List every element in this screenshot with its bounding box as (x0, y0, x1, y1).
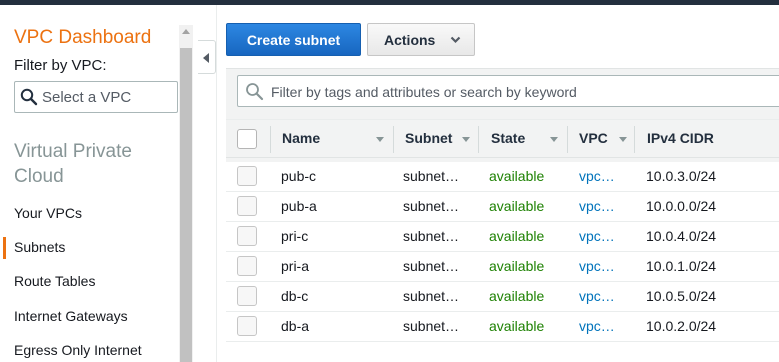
cell-subnet-id: subnet… (403, 198, 460, 214)
vpc-select-placeholder: Select a VPC (42, 89, 132, 106)
cell-subnet-id: subnet… (403, 258, 460, 274)
cell-vpc-link[interactable]: vpc… (579, 198, 615, 214)
table-body: pub-c subnet… available vpc… 10.0.3.0/24… (226, 162, 779, 362)
cell-vpc-link[interactable]: vpc… (579, 168, 615, 184)
filter-search-placeholder: Filter by tags and attributes or search … (271, 84, 577, 100)
column-divider (567, 126, 568, 153)
cell-state: available (489, 168, 545, 184)
cell-ipv4-cidr: 10.0.0.0/24 (646, 198, 717, 214)
filter-search-input[interactable]: Filter by tags and attributes or search … (237, 75, 779, 107)
actions-dropdown-button[interactable]: Actions (367, 23, 475, 56)
sidebar: VPC Dashboard Filter by VPC: Select a VP… (0, 5, 193, 362)
actions-label: Actions (384, 31, 436, 48)
sidebar-item-internet-gateways[interactable]: Internet Gateways (14, 308, 128, 324)
section-heading-virtual-private-cloud: Virtual Private Cloud (14, 141, 132, 187)
vpc-select[interactable]: Select a VPC (14, 81, 178, 113)
cell-subnet-id: subnet… (403, 288, 460, 304)
row-checkbox[interactable] (237, 166, 257, 186)
table-row[interactable]: pri-c subnet… available vpc… 10.0.4.0/24 (226, 222, 779, 252)
search-icon (20, 88, 38, 106)
column-header-state[interactable]: State (491, 130, 525, 146)
table-row[interactable]: pub-a subnet… available vpc… 10.0.0.0/24 (226, 192, 779, 222)
sort-subnet-icon[interactable] (462, 137, 470, 142)
table-row[interactable]: db-a subnet… available vpc… 10.0.2.0/24 (226, 312, 779, 342)
cell-vpc-link[interactable]: vpc… (579, 228, 615, 244)
cell-state: available (489, 228, 545, 244)
cell-ipv4-cidr: 10.0.1.0/24 (646, 258, 717, 274)
create-subnet-button[interactable]: Create subnet (226, 23, 361, 56)
cell-name: db-c (281, 288, 309, 304)
cell-state: available (489, 198, 545, 214)
cell-name: pub-a (281, 198, 317, 214)
cell-state: available (489, 318, 545, 334)
column-header-subnet-id[interactable]: Subnet (405, 130, 452, 146)
cell-vpc-link[interactable]: vpc… (579, 318, 615, 334)
column-divider (478, 126, 479, 153)
sidebar-item-your-vpcs[interactable]: Your VPCs (14, 205, 82, 221)
table-row[interactable]: pri-a subnet… available vpc… 10.0.1.0/24 (226, 252, 779, 282)
cell-subnet-id: subnet… (403, 228, 460, 244)
cell-subnet-id: subnet… (403, 168, 460, 184)
sidebar-item-route-tables[interactable]: Route Tables (14, 273, 95, 289)
row-checkbox[interactable] (237, 316, 257, 336)
cell-vpc-link[interactable]: vpc… (579, 288, 615, 304)
scroll-up-icon[interactable] (182, 29, 190, 34)
cell-subnet-id: subnet… (403, 318, 460, 334)
sort-vpc-icon[interactable] (619, 137, 627, 142)
column-header-name[interactable]: Name (282, 130, 320, 146)
cell-state: available (489, 258, 545, 274)
sidebar-divider (216, 5, 217, 362)
cell-ipv4-cidr: 10.0.5.0/24 (646, 288, 717, 304)
active-item-indicator (3, 237, 6, 259)
cell-name: pri-a (281, 258, 310, 274)
table-header: Name Subnet State VPC IPv4 CIDR (226, 119, 779, 158)
sidebar-item-subnets[interactable]: Subnets (14, 239, 65, 255)
cell-name: pub-c (281, 168, 317, 184)
sort-state-icon[interactable] (550, 137, 558, 142)
column-divider (634, 126, 635, 153)
cell-ipv4-cidr: 10.0.4.0/24 (646, 228, 717, 244)
row-checkbox[interactable] (237, 226, 257, 246)
chevron-left-icon (203, 53, 209, 63)
cell-name: db-a (281, 318, 310, 334)
search-icon (246, 83, 264, 101)
sidebar-scrollbar[interactable] (179, 25, 193, 362)
scrollbar-thumb[interactable] (180, 48, 192, 362)
chevron-down-icon (450, 36, 461, 44)
column-header-vpc[interactable]: VPC (579, 130, 608, 146)
column-header-ipv4-cidr[interactable]: IPv4 CIDR (647, 130, 714, 146)
sort-name-icon[interactable] (376, 137, 384, 142)
filter-by-vpc-label: Filter by VPC: (14, 57, 107, 74)
row-checkbox[interactable] (237, 196, 257, 216)
collapse-sidebar-button[interactable] (198, 40, 216, 74)
sidebar-item-egress-only-internet[interactable]: Egress Only Internet (14, 342, 142, 358)
sidebar-title[interactable]: VPC Dashboard (14, 27, 151, 49)
row-checkbox[interactable] (237, 286, 257, 306)
cell-ipv4-cidr: 10.0.2.0/24 (646, 318, 717, 334)
column-divider (270, 126, 271, 153)
cell-vpc-link[interactable]: vpc… (579, 258, 615, 274)
select-all-checkbox[interactable] (237, 129, 257, 149)
column-divider (393, 126, 394, 153)
cell-ipv4-cidr: 10.0.3.0/24 (646, 168, 717, 184)
table-row[interactable]: pub-c subnet… available vpc… 10.0.3.0/24 (226, 162, 779, 192)
row-checkbox[interactable] (237, 256, 257, 276)
table-row[interactable]: db-c subnet… available vpc… 10.0.5.0/24 (226, 282, 779, 312)
cell-state: available (489, 288, 545, 304)
cell-name: pri-c (281, 228, 309, 244)
